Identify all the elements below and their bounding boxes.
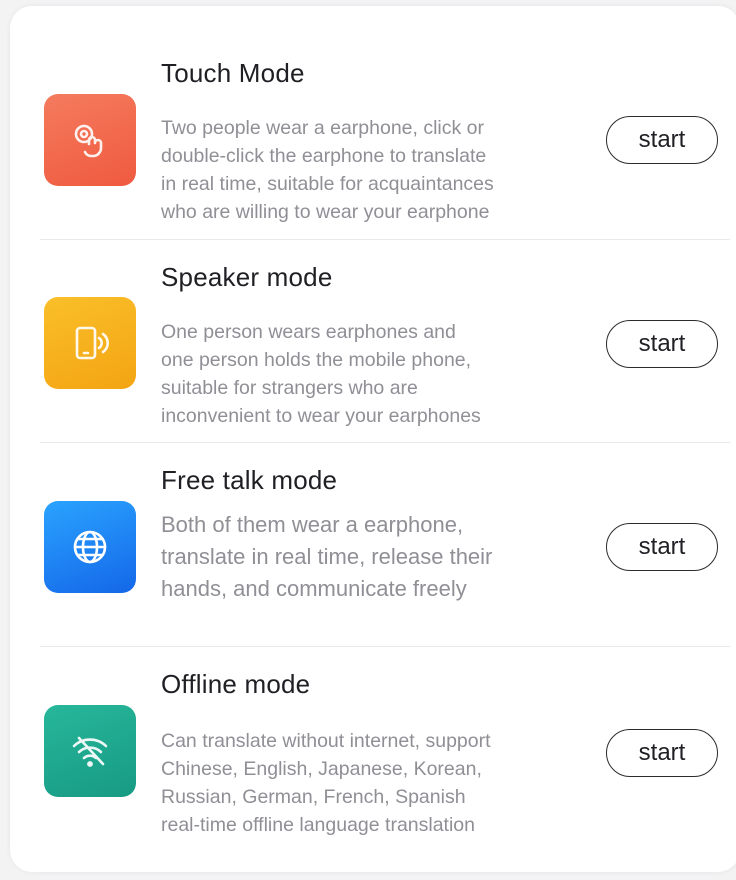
divider [40, 239, 730, 240]
mode-row-offline: Offline mode Can translate without inter… [10, 647, 736, 872]
mode-row-touch: Touch Mode Two people wear a earphone, c… [10, 6, 736, 242]
description-line: who are willing to wear your earphone [161, 201, 490, 223]
mode-title: Touch Mode [161, 58, 305, 88]
description-line: inconvenient to wear your earphones [161, 405, 481, 427]
description-line: Russian, German, French, Spanish [161, 786, 466, 808]
mode-description: One person wears earphones and one perso… [161, 318, 591, 430]
description-line: Both of them wear a earphone, [161, 512, 464, 537]
description-line: One person wears earphones and [161, 321, 456, 343]
description-line: Can translate without internet, support [161, 730, 491, 752]
description-line: one person holds the mobile phone, [161, 349, 472, 371]
start-button-touch-mode[interactable]: start [606, 116, 718, 164]
phone-speaker-icon [44, 297, 136, 389]
description-line: double-click the earphone to translate [161, 145, 487, 167]
description-line: translate in real time, release their [161, 544, 493, 569]
mode-list-card: Touch Mode Two people wear a earphone, c… [10, 6, 736, 872]
globe-icon [44, 501, 136, 593]
mode-title: Free talk mode [161, 465, 338, 495]
mode-description: Can translate without internet, support … [161, 727, 591, 839]
mode-title: Offline mode [161, 669, 311, 699]
description-line: in real time, suitable for acquaintances [161, 173, 494, 195]
wifi-off-icon [44, 705, 136, 797]
description-line: suitable for strangers who are [161, 377, 418, 399]
description-line: real-time offline language translation [161, 814, 475, 836]
start-button-free-talk-mode[interactable]: start [606, 523, 718, 571]
mode-row-free-talk: Free talk mode Both of them wear a earph… [10, 443, 736, 647]
mode-title: Speaker mode [161, 262, 333, 292]
description-line: Chinese, English, Japanese, Korean, [161, 758, 482, 780]
start-button-speaker-mode[interactable]: start [606, 320, 718, 368]
mode-description: Both of them wear a earphone, translate … [161, 509, 591, 605]
touch-gesture-icon [44, 94, 136, 186]
start-button-offline-mode[interactable]: start [606, 729, 718, 777]
description-line: hands, and communicate freely [161, 576, 467, 601]
description-line: Two people wear a earphone, click or [161, 117, 485, 139]
mode-row-speaker: Speaker mode One person wears earphones … [10, 242, 736, 442]
mode-description: Two people wear a earphone, click or dou… [161, 114, 591, 226]
